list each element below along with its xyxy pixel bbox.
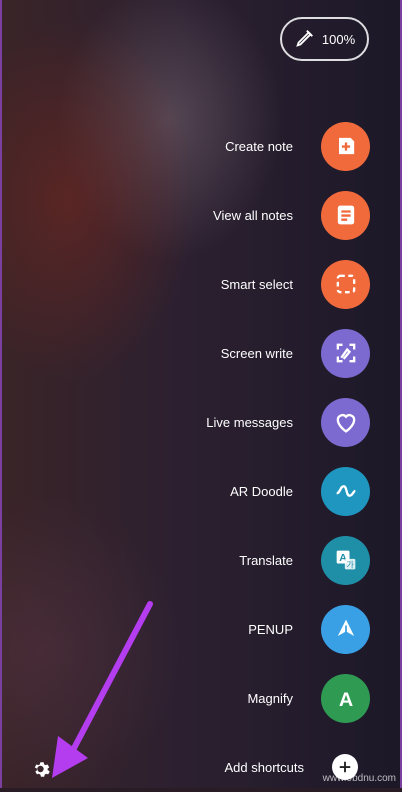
watermark: www.9bdnu.com [322, 773, 396, 784]
live-messages-icon[interactable] [321, 397, 370, 447]
magnify-icon[interactable]: A [321, 673, 370, 723]
menu-label: Magnify [247, 690, 293, 706]
menu-label: Translate [239, 552, 293, 568]
menu-label: Live messages [206, 414, 293, 430]
menu-item-create-note[interactable]: Create note [225, 121, 370, 171]
menu-label: Add shortcuts [224, 759, 305, 775]
battery-percent: 100% [321, 31, 356, 47]
menu-item-live-messages[interactable]: Live messages [206, 397, 370, 447]
menu-label: Create note [225, 138, 293, 154]
menu-label: Smart select [220, 276, 293, 292]
menu-item-ar-doodle[interactable]: AR Doodle [230, 466, 370, 516]
menu-item-smart-select[interactable]: Smart select [221, 259, 370, 309]
menu-item-view-all-notes[interactable]: View all notes [213, 190, 370, 240]
translate-icon[interactable]: A가 [321, 535, 370, 585]
menu-label: AR Doodle [230, 483, 293, 499]
menu-item-penup[interactable]: PENUP [248, 604, 370, 654]
wallpaper-background [0, 0, 402, 788]
penup-icon[interactable] [321, 604, 370, 654]
settings-gear-icon[interactable] [31, 758, 53, 780]
svg-text:가: 가 [346, 560, 354, 570]
battery-indicator: 100% [280, 17, 369, 61]
menu-label: View all notes [213, 207, 293, 223]
menu-label: Screen write [220, 345, 293, 361]
svg-text:A: A [338, 689, 352, 711]
smart-select-icon[interactable] [321, 259, 370, 309]
screen-write-icon[interactable] [321, 328, 370, 378]
menu-item-add-shortcuts[interactable]: Add shortcuts [225, 742, 371, 792]
menu-item-screen-write[interactable]: Screen write [221, 328, 370, 378]
view-notes-icon[interactable] [321, 190, 370, 240]
menu-item-translate[interactable]: Translate A가 [239, 535, 370, 585]
ar-doodle-icon[interactable] [321, 466, 370, 516]
menu-label: PENUP [248, 621, 293, 637]
create-note-icon[interactable] [321, 121, 370, 171]
menu-item-magnify[interactable]: Magnify A [247, 673, 370, 723]
pen-icon [294, 27, 316, 52]
